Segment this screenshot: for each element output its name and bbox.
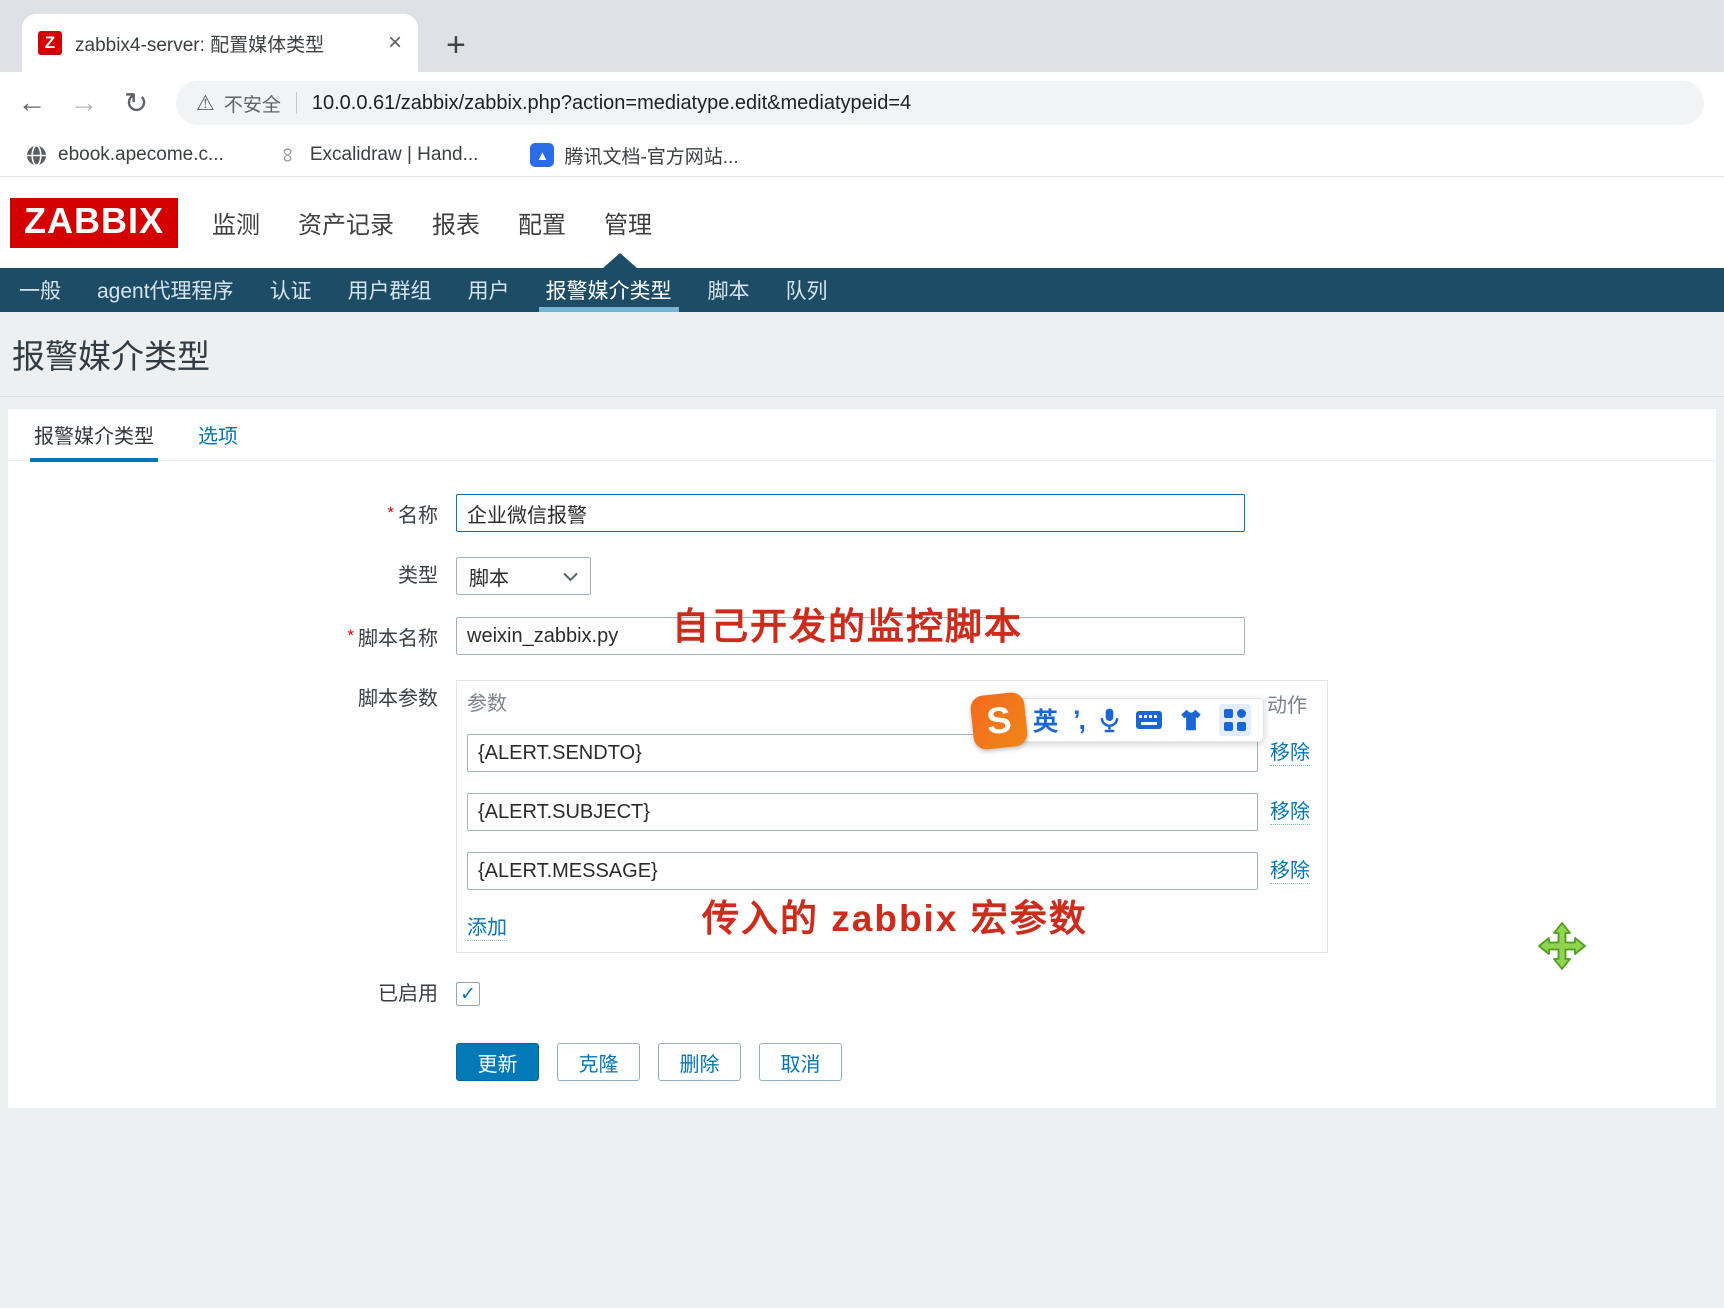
nav-inventory[interactable]: 资产记录 bbox=[298, 205, 394, 240]
subnav-users[interactable]: 用户 bbox=[461, 268, 517, 312]
clone-button[interactable]: 克隆 bbox=[557, 1043, 640, 1081]
zabbix-logo[interactable]: ZABBIX bbox=[10, 198, 178, 248]
add-parameter-link[interactable]: 添加 bbox=[467, 916, 507, 941]
subnav-media-types[interactable]: 报警媒介类型 bbox=[539, 268, 679, 312]
sub-navigation: 一般 agent代理程序 认证 用户群组 用户 报警媒介类型 脚本 队列 bbox=[0, 268, 1724, 312]
nav-reports[interactable]: 报表 bbox=[432, 205, 480, 240]
page-content: 报警媒介类型 报警媒介类型 选项 *名称 类型 脚本 *脚本名 bbox=[0, 312, 1724, 1308]
name-label: 名称 bbox=[398, 505, 438, 527]
bookmarks-bar: ebook.apecome.c... ∞ Excalidraw | Hand..… bbox=[0, 134, 1724, 177]
sogou-ime-toolbar: 英 ’, S bbox=[972, 694, 1288, 750]
media-type-card: 报警媒介类型 选项 *名称 类型 脚本 *脚本名称 bbox=[8, 409, 1716, 1108]
skin-icon[interactable] bbox=[1178, 708, 1204, 732]
browser-tab-strip: Z zabbix4-server: 配置媒体类型 × + bbox=[0, 0, 1724, 72]
subnav-authentication[interactable]: 认证 bbox=[263, 268, 319, 312]
subnav-queue[interactable]: 队列 bbox=[779, 268, 835, 312]
active-menu-pointer bbox=[603, 253, 637, 268]
nav-administration[interactable]: 管理 bbox=[604, 205, 652, 240]
tencent-docs-icon: ▲ bbox=[530, 143, 554, 167]
forward-icon[interactable]: → bbox=[58, 87, 110, 120]
main-navigation: 监测 资产记录 报表 配置 管理 bbox=[212, 205, 690, 240]
tab-media-type[interactable]: 报警媒介类型 bbox=[34, 409, 154, 461]
enabled-row: 已启用 ✓ bbox=[8, 975, 1716, 1013]
ime-language-toggle[interactable]: 英 bbox=[1033, 702, 1058, 738]
keyboard-icon[interactable] bbox=[1135, 710, 1163, 730]
tab-close-icon[interactable]: × bbox=[388, 29, 402, 57]
script-params-label: 脚本参数 bbox=[8, 680, 456, 953]
remove-link[interactable]: 移除 bbox=[1270, 859, 1310, 884]
enabled-checkbox[interactable]: ✓ bbox=[456, 982, 480, 1006]
subnav-scripts[interactable]: 脚本 bbox=[701, 268, 757, 312]
browser-tab[interactable]: Z zabbix4-server: 配置媒体类型 × bbox=[22, 14, 418, 72]
title-divider bbox=[0, 396, 1724, 397]
bookmark-ebook[interactable]: ebook.apecome.c... bbox=[24, 143, 224, 167]
subnav-agent-proxy[interactable]: agent代理程序 bbox=[90, 268, 241, 312]
page-title: 报警媒介类型 bbox=[0, 312, 1724, 376]
punctuation-icon[interactable]: ’, bbox=[1073, 705, 1084, 736]
script-name-label: 脚本名称 bbox=[358, 628, 438, 650]
media-type-form: *名称 类型 脚本 *脚本名称 脚本参数 参数 bbox=[8, 461, 1716, 1108]
param-input-subject[interactable] bbox=[467, 793, 1258, 831]
cancel-button[interactable]: 取消 bbox=[759, 1043, 842, 1081]
name-row: *名称 bbox=[8, 494, 1716, 535]
not-secure-warning-icon: ⚠ bbox=[196, 91, 215, 116]
name-input[interactable] bbox=[456, 494, 1245, 532]
globe-icon bbox=[24, 143, 48, 167]
param-row: 移除 bbox=[467, 852, 1327, 890]
remove-link[interactable]: 移除 bbox=[1270, 800, 1310, 825]
form-buttons-row: 更新 克隆 删除 取消 bbox=[8, 1043, 1716, 1108]
nav-configuration[interactable]: 配置 bbox=[518, 205, 566, 240]
param-row: 移除 bbox=[467, 793, 1327, 831]
subnav-general[interactable]: 一般 bbox=[12, 268, 68, 312]
microphone-icon[interactable] bbox=[1099, 707, 1120, 734]
zabbix-favicon: Z bbox=[38, 31, 62, 55]
type-select-value: 脚本 bbox=[469, 562, 563, 591]
new-tab-button[interactable]: + bbox=[446, 28, 466, 62]
sogou-logo-icon[interactable]: S bbox=[969, 691, 1028, 750]
annotation-script-note: 自己开发的监控脚本 bbox=[672, 596, 1023, 650]
omnibox-divider bbox=[296, 92, 297, 114]
ime-toolbar-pill: 英 ’, bbox=[1016, 698, 1264, 742]
param-input-message[interactable] bbox=[467, 852, 1258, 890]
url-text[interactable]: 10.0.0.61/zabbix/zabbix.php?action=media… bbox=[312, 92, 911, 115]
subnav-user-groups[interactable]: 用户群组 bbox=[341, 268, 439, 312]
address-bar[interactable]: ⚠ 不安全 10.0.0.61/zabbix/zabbix.php?action… bbox=[176, 81, 1704, 125]
move-cursor-icon bbox=[1536, 920, 1588, 977]
type-label: 类型 bbox=[8, 557, 456, 595]
delete-button[interactable]: 删除 bbox=[658, 1043, 741, 1081]
type-select[interactable]: 脚本 bbox=[456, 557, 591, 595]
chevron-down-icon bbox=[563, 565, 578, 588]
security-label[interactable]: 不安全 bbox=[224, 90, 281, 117]
annotation-params-note: 传入的 zabbix 宏参数 bbox=[702, 888, 1088, 942]
refresh-icon[interactable]: ↻ bbox=[110, 86, 162, 121]
tab-title: zabbix4-server: 配置媒体类型 bbox=[75, 30, 380, 57]
toolbox-icon[interactable] bbox=[1219, 704, 1251, 736]
nav-monitoring[interactable]: 监测 bbox=[212, 205, 260, 240]
bookmark-excalidraw[interactable]: ∞ Excalidraw | Hand... bbox=[276, 143, 479, 167]
card-tab-bar: 报警媒介类型 选项 bbox=[8, 409, 1716, 461]
zabbix-header: ZABBIX 监测 资产记录 报表 配置 管理 bbox=[0, 177, 1724, 268]
required-asterisk: * bbox=[387, 503, 394, 522]
back-icon[interactable]: ← bbox=[6, 87, 58, 120]
update-button[interactable]: 更新 bbox=[456, 1043, 539, 1081]
enabled-label: 已启用 bbox=[8, 975, 456, 1013]
bookmark-tencent-docs[interactable]: ▲ 腾讯文档-官方网站... bbox=[530, 142, 738, 169]
browser-toolbar: ← → ↻ ⚠ 不安全 10.0.0.61/zabbix/zabbix.php?… bbox=[0, 72, 1724, 134]
tab-options[interactable]: 选项 bbox=[198, 409, 238, 461]
excalidraw-icon: ∞ bbox=[276, 143, 300, 167]
required-asterisk: * bbox=[347, 626, 354, 645]
type-row: 类型 脚本 bbox=[8, 557, 1716, 595]
